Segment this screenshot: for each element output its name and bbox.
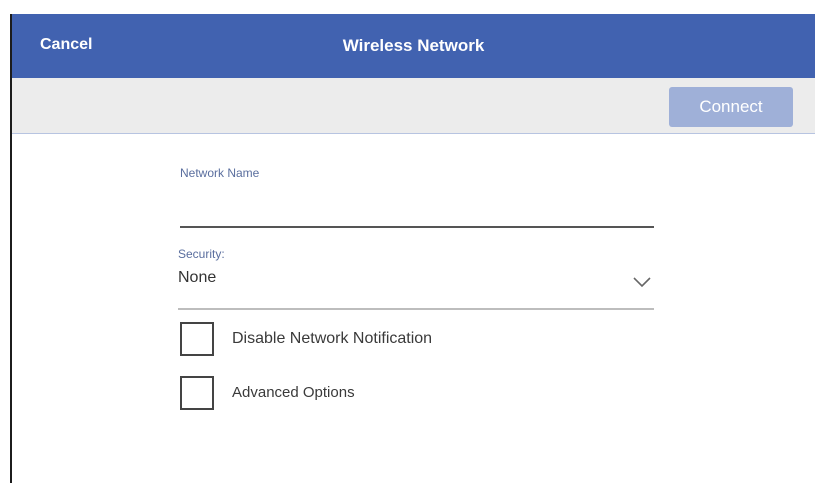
form-area: Network Name Security: None Disable Netw… (12, 134, 815, 483)
action-toolbar: Connect (12, 78, 815, 134)
advanced-options-label: Advanced Options (232, 384, 355, 401)
security-selected-value: None (178, 269, 217, 286)
wireless-network-dialog: Cancel Wireless Network Connect Network … (10, 14, 815, 483)
security-label: Security: (178, 247, 225, 261)
disable-notification-checkbox[interactable] (180, 322, 214, 356)
network-name-input[interactable] (180, 192, 654, 228)
title-bar: Cancel Wireless Network (12, 14, 815, 78)
page-title: Wireless Network (342, 36, 485, 55)
network-name-label: Network Name (180, 166, 260, 180)
chevron-down-icon (633, 277, 651, 288)
advanced-options-checkbox[interactable] (180, 376, 214, 410)
disable-notification-label: Disable Network Notification (232, 330, 433, 347)
connect-button[interactable]: Connect (669, 87, 793, 127)
security-dropdown[interactable]: None (178, 262, 654, 310)
